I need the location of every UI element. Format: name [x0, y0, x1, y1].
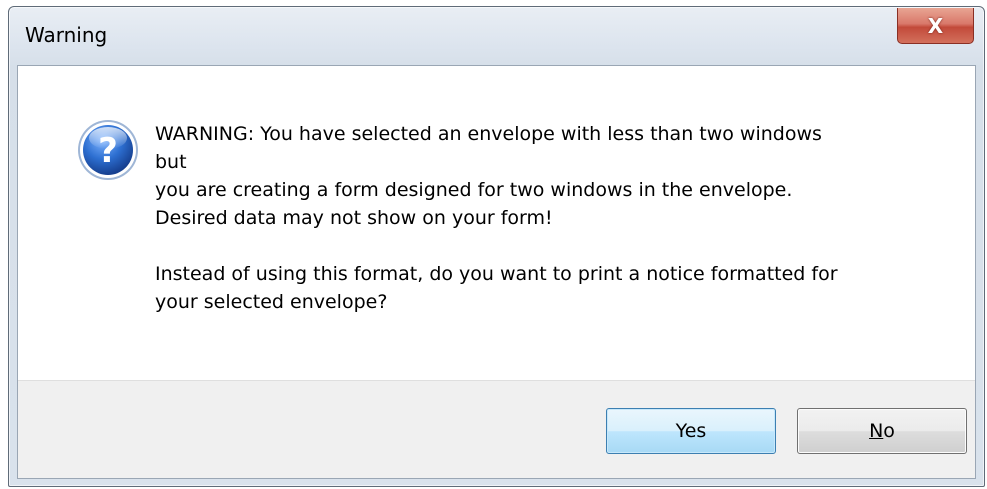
- title-bar[interactable]: Warning X: [9, 7, 984, 65]
- no-button-label: No: [869, 420, 895, 442]
- message-line: but: [155, 151, 187, 173]
- no-button-label-rest: o: [883, 420, 895, 442]
- message-line: you are creating a form designed for two…: [155, 179, 793, 201]
- message-line: Instead of using this format, do you wan…: [155, 263, 838, 285]
- dialog-client-area: ? WARNING: You have selected an envelope…: [17, 65, 976, 479]
- dialog-message: WARNING: You have selected an envelope w…: [155, 120, 945, 316]
- close-button[interactable]: X: [897, 8, 974, 44]
- no-button-mnemonic: N: [869, 420, 884, 442]
- dialog-content: ? WARNING: You have selected an envelope…: [18, 66, 975, 380]
- no-button[interactable]: No: [797, 408, 967, 454]
- message-line: Desired data may not show on your form!: [155, 207, 553, 229]
- warning-dialog-window: Warning X ? WARNING: You have selected a…: [8, 6, 985, 487]
- close-icon: X: [927, 13, 944, 38]
- svg-text:?: ?: [98, 131, 118, 171]
- question-icon: ?: [78, 120, 138, 180]
- window-title: Warning: [25, 23, 108, 47]
- yes-button-label: Yes: [675, 420, 707, 442]
- message-line: WARNING: You have selected an envelope w…: [155, 123, 822, 145]
- yes-button[interactable]: Yes: [606, 408, 776, 454]
- message-line: your selected envelope?: [155, 291, 388, 313]
- dialog-button-bar: Yes No: [18, 380, 975, 478]
